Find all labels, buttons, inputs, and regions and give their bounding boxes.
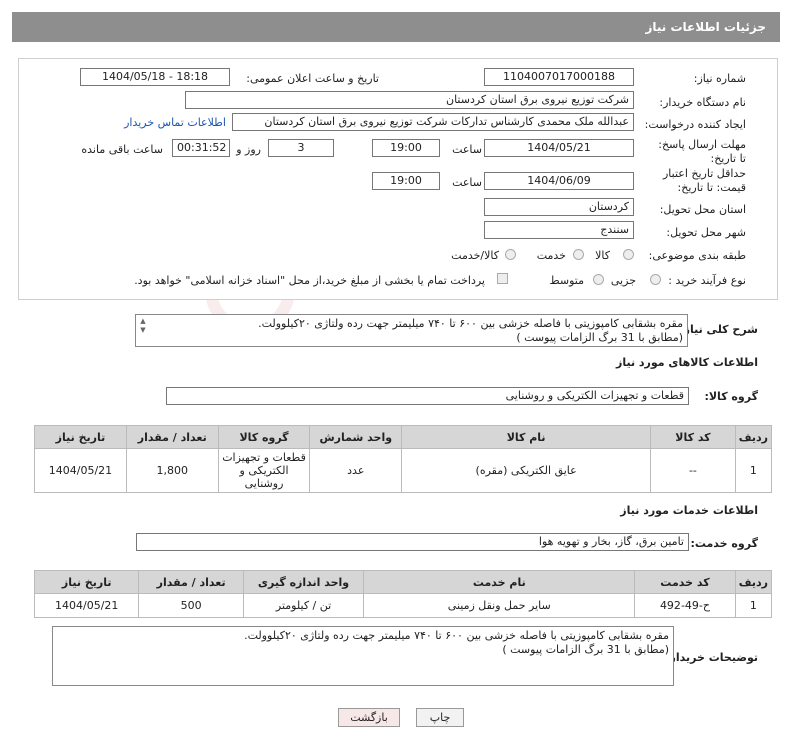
need-number-label: شماره نیاز: bbox=[693, 72, 746, 85]
process-minor-label: جزیی bbox=[610, 274, 636, 287]
services-table: ردیف کد خدمت نام خدمت واحد اندازه گیری ت… bbox=[33, 570, 773, 618]
time-remaining-label: ساعت باقی مانده bbox=[81, 143, 163, 156]
col-service-name: نام خدمت bbox=[363, 570, 636, 594]
services-table-header: ردیف کد خدمت نام خدمت واحد اندازه گیری ت… bbox=[33, 570, 773, 594]
cell-name: عایق الکتریکی (مقره) bbox=[401, 448, 652, 493]
reply-time-label: ساعت bbox=[452, 143, 482, 156]
cell-row: 1 bbox=[734, 593, 773, 618]
cell-code: ح-49-492 bbox=[634, 593, 736, 618]
col-service-code: کد خدمت bbox=[634, 570, 736, 594]
process-minor-radio[interactable] bbox=[650, 274, 661, 285]
cell-unit: عدد bbox=[309, 448, 403, 493]
days-remaining-field[interactable]: 3 bbox=[268, 139, 334, 157]
services-section-title: اطلاعات خدمات مورد نیاز bbox=[620, 504, 758, 517]
back-button[interactable]: بازگشت bbox=[338, 708, 400, 727]
reply-time-field[interactable]: 19:00 bbox=[372, 139, 440, 157]
validity-time-field[interactable]: 19:00 bbox=[372, 172, 440, 190]
col-unit: واحد شمارش bbox=[309, 425, 403, 449]
treasury-payment-note: پرداخت تمام یا بخشی از مبلغ خرید،از محل … bbox=[134, 274, 485, 287]
col-quantity: تعداد / مقدار bbox=[138, 570, 244, 594]
city-field[interactable]: سنندج bbox=[484, 221, 634, 239]
creator-label: ایجاد کننده درخواست: bbox=[644, 118, 746, 131]
goods-table: ردیف کد کالا نام کالا واحد شمارش گروه کا… bbox=[34, 425, 773, 493]
goods-group-field[interactable]: قطعات و تجهیزات الکتریکی و روشنایی bbox=[166, 387, 689, 405]
city-label: شهر محل تحویل: bbox=[666, 226, 746, 239]
goods-table-header: ردیف کد کالا نام کالا واحد شمارش گروه کا… bbox=[34, 425, 773, 449]
goods-group-label: گروه کالا: bbox=[704, 390, 758, 403]
time-remaining-field[interactable]: 00:31:52 bbox=[172, 139, 230, 157]
cell-code: -- bbox=[650, 448, 736, 493]
cell-date: 1404/05/21 bbox=[33, 593, 140, 618]
need-summary-line2: (مطابق با 31 برگ الزامات پیوست ) bbox=[516, 331, 683, 344]
process-medium-radio[interactable] bbox=[593, 274, 604, 285]
goods-section-title: اطلاعات کالاهای مورد نیاز bbox=[616, 356, 758, 369]
buyer-notes-label: توضیحات خریدار: bbox=[665, 651, 758, 664]
cell-name: سایر حمل ونقل زمینی bbox=[363, 593, 636, 618]
buyer-org-field[interactable]: شرکت توزیع نیروی برق استان کردستان bbox=[185, 91, 634, 109]
need-summary-label: شرح کلی نیاز: bbox=[679, 323, 758, 336]
cell-group: قطعات و تجهیزات الکتریکی و روشنایی bbox=[217, 448, 311, 493]
category-goods-radio[interactable] bbox=[623, 249, 634, 260]
category-goods-service-radio[interactable] bbox=[505, 249, 516, 260]
cell-unit: تن / کیلومتر bbox=[242, 593, 365, 618]
page-title: جزئیات اطلاعات نیاز bbox=[645, 20, 766, 34]
category-service-label: خدمت bbox=[536, 249, 566, 262]
col-need-date: تاریخ نیاز bbox=[34, 425, 127, 449]
category-goods-service-label: کالا/خدمت bbox=[451, 249, 499, 262]
validity-time-label: ساعت bbox=[452, 176, 482, 189]
col-need-date: تاریخ نیاز bbox=[33, 570, 140, 594]
col-goods-name: نام کالا bbox=[401, 425, 652, 449]
category-service-radio[interactable] bbox=[573, 249, 584, 260]
creator-field[interactable]: عبدالله ملک محمدی کارشناس تدارکات شرکت ت… bbox=[232, 113, 634, 131]
table-row[interactable]: 1 -- عایق الکتریکی (مقره) عدد قطعات و تج… bbox=[34, 448, 773, 493]
cell-row: 1 bbox=[734, 448, 773, 493]
cell-qty: 500 bbox=[138, 593, 244, 618]
process-type-label: نوع فرآیند خرید : bbox=[668, 274, 746, 287]
need-summary-line1: مقره بشقابی کامپوزیتی با فاصله خزشی بین … bbox=[258, 317, 683, 330]
buyer-org-label: نام دستگاه خریدار: bbox=[659, 96, 746, 109]
need-summary-field[interactable]: مقره بشقابی کامپوزیتی با فاصله خزشی بین … bbox=[135, 314, 688, 347]
page-header: جزئیات اطلاعات نیاز bbox=[12, 12, 780, 42]
reply-date-field[interactable]: 1404/05/21 bbox=[484, 139, 634, 157]
reply-deadline-label: مهلت ارسال پاسخ: تا تاریخ: bbox=[658, 138, 746, 165]
province-field[interactable]: کردستان bbox=[484, 198, 634, 216]
col-row: ردیف bbox=[734, 570, 773, 594]
cell-qty: 1,800 bbox=[125, 448, 219, 493]
validity-date-field[interactable]: 1404/06/09 bbox=[484, 172, 634, 190]
col-goods-group: گروه کالا bbox=[217, 425, 311, 449]
category-goods-label: کالا bbox=[595, 249, 610, 262]
buyer-notes-line2: (مطابق با 31 برگ الزامات پیوست ) bbox=[502, 643, 669, 656]
days-label: روز و bbox=[236, 143, 261, 156]
col-row: ردیف bbox=[734, 425, 773, 449]
process-medium-label: متوسط bbox=[549, 274, 584, 287]
service-group-field[interactable]: تامین برق، گاز، بخار و تهویه هوا bbox=[136, 533, 689, 551]
province-label: استان محل تحویل: bbox=[659, 203, 746, 216]
print-button[interactable]: چاپ bbox=[416, 708, 464, 727]
need-number-field[interactable]: 1104007017000188 bbox=[484, 68, 634, 86]
buyer-contact-link[interactable]: اطلاعات تماس خریدار bbox=[124, 116, 226, 129]
col-goods-code: کد کالا bbox=[650, 425, 736, 449]
category-label: طبقه بندی موضوعی: bbox=[648, 249, 746, 262]
treasury-payment-checkbox[interactable] bbox=[497, 273, 508, 284]
announce-date-field[interactable]: 1404/05/18 - 18:18 bbox=[80, 68, 230, 86]
summary-scroll-arrows[interactable]: ▲ ▼ bbox=[138, 317, 148, 337]
col-measure-unit: واحد اندازه گیری bbox=[242, 570, 365, 594]
table-row[interactable]: 1 ح-49-492 سایر حمل ونقل زمینی تن / کیلو… bbox=[33, 593, 773, 618]
service-group-label: گروه خدمت: bbox=[690, 537, 758, 550]
price-validity-label: حداقل تاریخ اعتبار قیمت: تا تاریخ: bbox=[662, 167, 746, 194]
col-quantity: تعداد / مقدار bbox=[125, 425, 219, 449]
announce-date-label: تاریخ و ساعت اعلان عمومی: bbox=[246, 72, 379, 85]
buyer-notes-field[interactable]: مقره بشقابی کامپوزیتی با فاصله خزشی بین … bbox=[52, 626, 674, 686]
buyer-notes-line1: مقره بشقابی کامپوزیتی با فاصله خزشی بین … bbox=[244, 629, 669, 642]
cell-date: 1404/05/21 bbox=[34, 448, 127, 493]
